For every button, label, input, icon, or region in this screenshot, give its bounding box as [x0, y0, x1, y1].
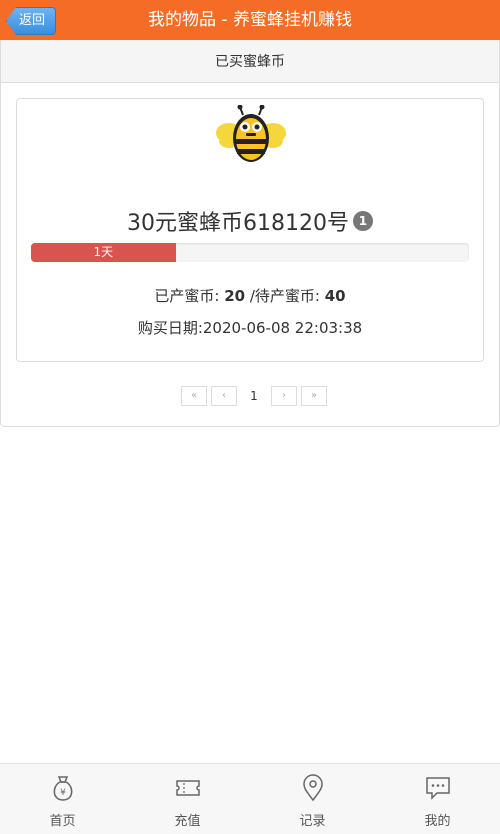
- produced-label: 已产蜜币:: [154, 287, 225, 305]
- production-info: 已产蜜币: 20 /待产蜜币: 40: [17, 285, 483, 306]
- purchase-date: 购买日期:2020-06-08 22:03:38: [137, 319, 363, 337]
- tab-recharge[interactable]: 充值: [125, 764, 250, 834]
- item-title: 30元蜜蜂币618120号 1: [17, 205, 483, 237]
- location-pin-icon: [302, 774, 323, 802]
- tab-home[interactable]: ¥ 首页: [0, 764, 125, 834]
- progress-bar: 1天: [31, 243, 469, 262]
- progress-fill: 1天: [31, 243, 176, 262]
- tab-mine[interactable]: 我的: [375, 764, 500, 834]
- prev-page-button[interactable]: ‹: [211, 386, 237, 406]
- item-card: 30元蜜蜂币618120号 1 1天 已产蜜币: 20 /待产蜜币: 40 购买日…: [16, 98, 484, 362]
- count-badge: 1: [352, 211, 373, 231]
- pending-label: /待产蜜币:: [245, 287, 325, 305]
- first-page-button[interactable]: «: [181, 386, 207, 406]
- pagination: « ‹ 1 › »: [181, 386, 327, 406]
- last-page-button[interactable]: »: [301, 386, 327, 406]
- chat-bubble-icon: [425, 777, 450, 800]
- produced-value: 20: [224, 287, 246, 305]
- tab-records[interactable]: 记录: [250, 764, 375, 834]
- tab-recharge-label: 充值: [174, 814, 201, 829]
- tab-records-label: 记录: [299, 814, 326, 829]
- svg-text:¥: ¥: [60, 788, 66, 798]
- current-page[interactable]: 1: [241, 386, 267, 406]
- item-name: 30元蜜蜂币618120号: [127, 211, 349, 236]
- page-title: 我的物品 - 养蜜蜂挂机赚钱: [148, 10, 352, 30]
- bottom-tab-bar: ¥ 首页 充值 记录 我的: [0, 763, 500, 834]
- ticket-icon: [175, 780, 200, 796]
- bee-icon: [216, 105, 286, 162]
- tab-home-label: 首页: [49, 814, 76, 829]
- top-bar: 返回 我的物品 - 养蜜蜂挂机赚钱: [0, 0, 500, 40]
- items-panel: 已买蜜蜂币 30元蜜蜂币618120号 1 1天 已产蜜币: 20 /待产蜜币:…: [0, 40, 500, 427]
- panel-heading: 已买蜜蜂币: [1, 40, 499, 83]
- pending-value: 40: [324, 287, 346, 305]
- tab-mine-label: 我的: [424, 814, 451, 829]
- money-bag-icon: ¥: [53, 776, 72, 801]
- next-page-button[interactable]: ›: [271, 386, 297, 406]
